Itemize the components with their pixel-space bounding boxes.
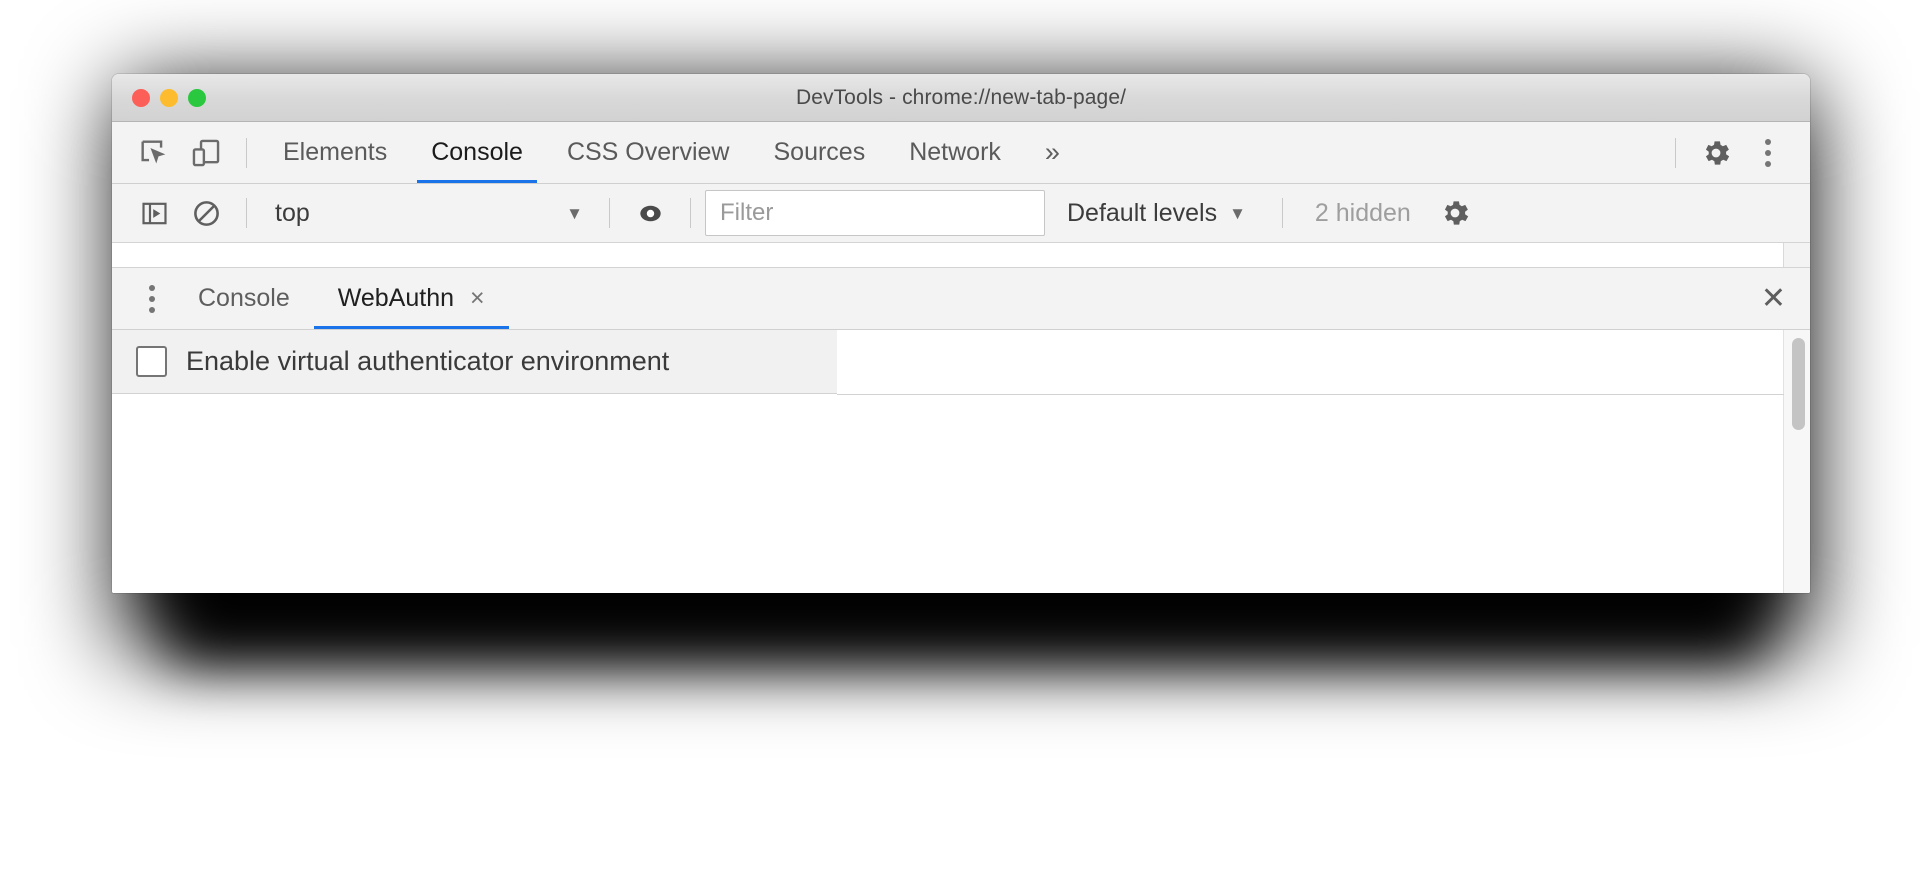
- inspect-element-icon: [137, 136, 171, 170]
- console-filter-placeholder: Filter: [720, 199, 774, 226]
- window-titlebar: DevTools - chrome://new-tab-page/: [112, 74, 1810, 122]
- device-toolbar-button[interactable]: [180, 127, 232, 179]
- console-sidebar-icon: [139, 198, 170, 229]
- drawer-tab-webauthn-label: WebAuthn: [337, 284, 455, 312]
- inspect-element-button[interactable]: [128, 127, 180, 179]
- console-filter-toolbar: top ▼ Filter Default levels ▼ 2 hidden: [112, 184, 1810, 243]
- webauthn-scrollbar-track[interactable]: [1783, 330, 1810, 593]
- toolbar-divider-right: [1675, 137, 1676, 168]
- log-level-label: Default levels: [1067, 198, 1218, 227]
- window-title: DevTools - chrome://new-tab-page/: [795, 85, 1127, 109]
- enable-virtual-authenticator-row[interactable]: Enable virtual authenticator environment: [112, 330, 837, 394]
- console-messages-area: [112, 243, 1810, 268]
- screenshot-canvas: DevTools - chrome://new-tab-page/ Elemen…: [0, 0, 1922, 878]
- device-toolbar-icon: [189, 136, 223, 170]
- traffic-lights: [132, 74, 206, 121]
- chevron-down-icon: ▼: [566, 203, 583, 223]
- webauthn-panel: Enable virtual authenticator environment: [112, 330, 1810, 593]
- settings-gear-icon: [1699, 136, 1733, 170]
- create-live-expression-button[interactable]: [624, 187, 676, 239]
- panel-divider: [837, 394, 1784, 395]
- toolbar-divider: [246, 137, 247, 168]
- more-tabs-chevron-icon[interactable]: »: [1023, 137, 1082, 168]
- minimize-window-button[interactable]: [160, 88, 178, 107]
- drawer-tab-console-label: Console: [198, 284, 290, 312]
- tab-sources[interactable]: Sources: [752, 122, 888, 183]
- settings-gear-icon-console: [1438, 196, 1472, 230]
- devtools-main-toolbar: Elements Console CSS Overview Sources Ne…: [112, 122, 1810, 184]
- console-settings-button[interactable]: [1429, 187, 1481, 239]
- drawer-more-options-icon[interactable]: [130, 277, 174, 321]
- tab-css-overview[interactable]: CSS Overview: [545, 122, 752, 183]
- filter-divider-3: [690, 198, 691, 228]
- clear-console-icon: [191, 198, 222, 229]
- hidden-messages-count: 2 hidden: [1314, 198, 1411, 227]
- filter-divider-2: [609, 198, 610, 228]
- console-sidebar-button[interactable]: [128, 187, 180, 239]
- close-window-button[interactable]: [132, 88, 150, 107]
- execution-context-value: top: [275, 198, 310, 227]
- eye-icon: [634, 197, 667, 230]
- close-drawer-button[interactable]: ✕: [1737, 283, 1810, 314]
- tab-network[interactable]: Network: [887, 122, 1023, 183]
- tab-console[interactable]: Console: [409, 122, 545, 183]
- filter-divider-1: [246, 198, 247, 228]
- enable-virtual-authenticator-checkbox[interactable]: [136, 346, 167, 377]
- filter-divider-4: [1281, 198, 1283, 228]
- drawer-tabbar: Console WebAuthn × ✕: [112, 268, 1810, 330]
- zoom-window-button[interactable]: [188, 88, 206, 107]
- drawer-tab-console[interactable]: Console: [174, 268, 314, 329]
- console-filter-input[interactable]: Filter: [705, 190, 1045, 236]
- devtools-window: DevTools - chrome://new-tab-page/ Elemen…: [112, 74, 1810, 593]
- clear-console-button[interactable]: [180, 187, 232, 239]
- close-icon[interactable]: ×: [470, 286, 485, 311]
- log-level-selector[interactable]: Default levels ▼: [1045, 199, 1268, 228]
- console-scrollbar-track[interactable]: [1783, 243, 1810, 267]
- customize-devtools-button[interactable]: [1742, 127, 1794, 179]
- execution-context-selector[interactable]: top ▼: [261, 193, 595, 233]
- tab-elements[interactable]: Elements: [261, 122, 409, 183]
- more-options-icon: [1746, 131, 1790, 175]
- webauthn-scrollbar-thumb[interactable]: [1792, 338, 1805, 430]
- drawer-tab-webauthn[interactable]: WebAuthn ×: [313, 268, 509, 329]
- chevron-down-icon-levels: ▼: [1229, 203, 1246, 223]
- settings-button[interactable]: [1690, 127, 1742, 179]
- enable-virtual-authenticator-label: Enable virtual authenticator environment: [186, 346, 670, 376]
